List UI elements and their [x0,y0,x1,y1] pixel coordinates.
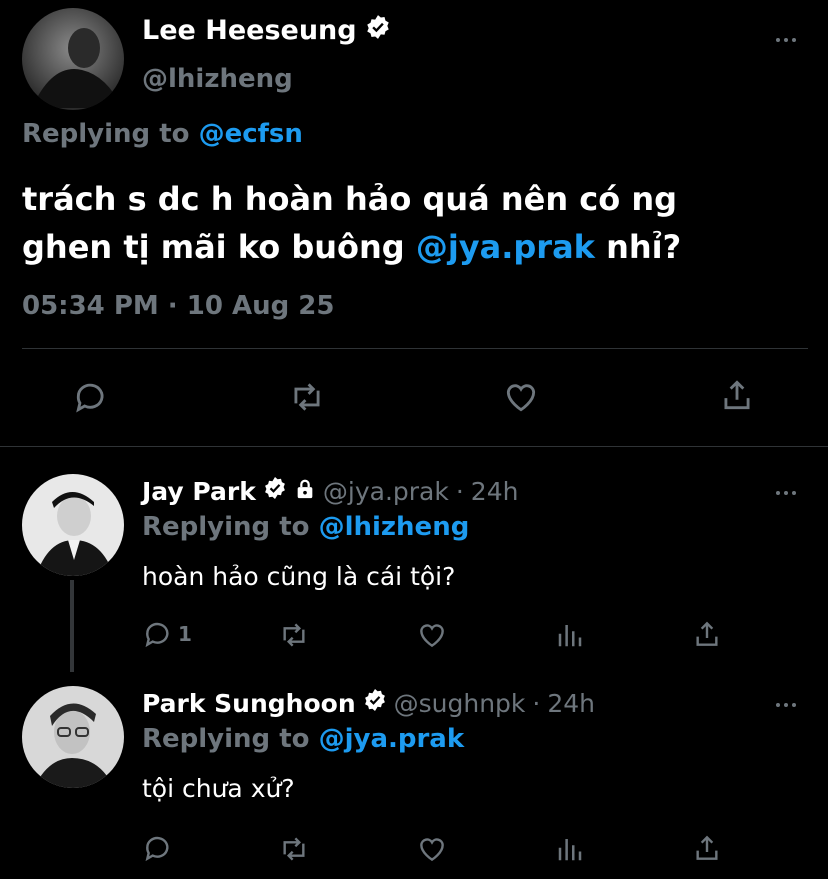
more-options-icon[interactable] [776,703,796,707]
divider [22,348,808,349]
reply2-separator: · [532,688,541,718]
reply-icon[interactable] [72,378,110,416]
reply2-header: Park Sunghoon @sughnpk · 24h [142,688,595,718]
reply2-replying-to: Replying to @jya.prak [142,724,464,754]
section-divider [0,446,828,447]
share-icon[interactable] [718,376,756,414]
replying-to-mention[interactable]: @ecfsn [199,119,303,149]
tweet-mention-link[interactable]: @jya.prak [416,228,595,266]
tweet-text-line2-suffix: nhỉ? [606,228,682,266]
reply1-time[interactable]: 24h [471,477,519,506]
replying-label: Replying to [142,512,310,542]
replying-to-mention[interactable]: @jya.prak [319,724,465,754]
more-options-icon[interactable] [776,491,796,495]
like-icon[interactable] [416,833,448,865]
reply-icon[interactable] [142,832,174,864]
lock-icon [294,477,316,506]
reply2-time[interactable]: 24h [547,689,595,718]
analytics-icon[interactable] [555,834,585,864]
reply2-handle[interactable]: @sughnpk [394,689,526,718]
avatar-park-sunghoon[interactable] [22,686,124,788]
reply2-text: tội chưa xử? [142,774,295,803]
tweet-text: trách s dc h hoàn hảo quá nên có ng ghen… [22,175,812,271]
verified-badge-icon [263,476,287,506]
avatar-jay-park[interactable] [22,474,124,576]
tweet-timestamp[interactable]: 05:34 PM · 10 Aug 25 [22,291,334,321]
verified-badge-icon [365,14,391,47]
author-name[interactable]: Lee Heeseung [142,15,357,46]
reply-count: 1 [178,622,192,646]
like-icon[interactable] [502,378,540,416]
avatar-lee-heeseung[interactable] [22,8,124,110]
more-options-icon[interactable] [776,38,796,42]
replying-to-mention[interactable]: @lhizheng [319,512,470,542]
share-icon[interactable] [691,618,723,650]
author-name-row[interactable]: Lee Heeseung [142,14,391,47]
replying-label: Replying to [22,119,190,149]
author-handle[interactable]: @lhizheng [142,64,293,94]
analytics-icon[interactable] [555,620,585,650]
thread-connector [70,580,74,672]
reply1-author-name[interactable]: Jay Park [142,477,256,506]
replying-to-line: Replying to @ecfsn [22,119,303,149]
reply1-handle[interactable]: @jya.prak [323,477,449,506]
verified-badge-icon [363,688,387,718]
tweet-text-line1: trách s dc h hoàn hảo quá nên có ng [22,180,678,218]
retweet-icon[interactable] [277,619,311,651]
reply1-separator: · [455,476,464,506]
retweet-icon[interactable] [287,378,327,416]
reply-icon[interactable] [142,618,174,650]
retweet-icon[interactable] [277,833,311,865]
reply1-header: Jay Park @jya.prak · 24h [142,476,518,506]
reply2-author-name[interactable]: Park Sunghoon [142,689,356,718]
reply1-replying-to: Replying to @lhizheng [142,512,469,542]
tweet-text-line2-prefix: ghen tị mãi ko buông [22,228,405,266]
reply-button[interactable]: 1 [142,618,192,650]
reply1-text: hoàn hảo cũng là cái tội? [142,562,456,591]
replying-label: Replying to [142,724,310,754]
like-icon[interactable] [416,619,448,651]
share-icon[interactable] [691,832,723,864]
